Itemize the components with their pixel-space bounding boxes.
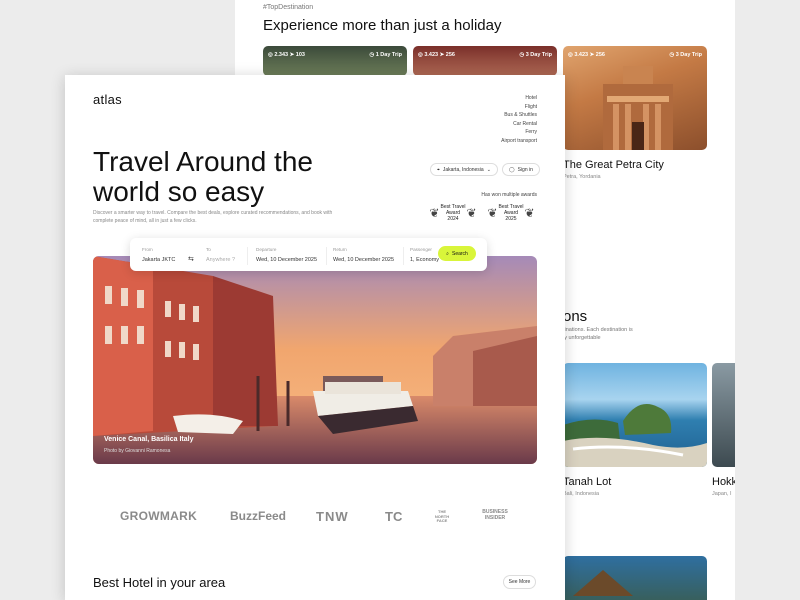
- brand-logo-tnw: TNW: [316, 509, 349, 524]
- section-tag: #TopDestination: [263, 4, 314, 11]
- passenger-select[interactable]: 1, Economy: [410, 257, 439, 263]
- destination-name: Tanah Lot: [563, 476, 612, 488]
- destination-card[interactable]: ◎ 3.423 ➤ 256 ◷ 3 Day Trip: [413, 46, 557, 76]
- tanah-lot-illustration: [563, 404, 707, 467]
- logo[interactable]: atlas: [93, 92, 122, 107]
- destination-card-tanah-lot[interactable]: [563, 363, 707, 467]
- section-desc-line: ly unforgettable: [563, 335, 601, 341]
- laurel-icon: ❦: [524, 206, 535, 220]
- destination-card-hokkaido[interactable]: [712, 363, 735, 467]
- chevron-down-icon: ⌄: [486, 166, 491, 173]
- search-button[interactable]: ⌕ Search: [438, 246, 476, 261]
- hero-photo: Venice Canal, Basilica Italy Photo by Gi…: [93, 256, 537, 464]
- brand-logo-tc: TC: [385, 509, 403, 524]
- destination-location: Japan, I: [712, 491, 732, 497]
- front-page: atlas Hotel Flight Bus & Shuttles Car Re…: [65, 75, 565, 600]
- user-icon: ◯: [509, 166, 515, 173]
- search-bar: From Jakarta JKTC ⇆ To Anywhere ? Depart…: [130, 238, 487, 271]
- divider: [247, 247, 248, 265]
- destination-location: Bali, Indonesia: [563, 491, 600, 497]
- award-badge: ❦ Best Travel Award 2024 ❦: [429, 204, 477, 222]
- brand-logo-north-face: THE NORTH FACE: [434, 509, 450, 523]
- search-icon: ⌕: [446, 250, 449, 257]
- destination-card-petra[interactable]: ◎ 3.423 ➤ 256 ◷ 3 Day Trip: [563, 46, 707, 150]
- to-input[interactable]: Anywhere ?: [206, 257, 235, 263]
- photo-credit: Photo by Giovanni Ramonesa: [104, 448, 171, 454]
- laurel-icon: ❦: [429, 206, 440, 220]
- trip-badge: ◷ 1 Day Trip: [369, 52, 402, 58]
- laurel-icon: ❦: [466, 206, 477, 220]
- brand-logo-business-insider: BUSINESS INSIDER: [482, 509, 508, 521]
- divider: [403, 247, 404, 265]
- card-stats: ◎ 3.423 ➤ 256: [418, 52, 455, 58]
- hero-intro: Discover a smarter way to travel. Compar…: [93, 210, 333, 224]
- section-heading: Experience more than just a holiday: [263, 17, 502, 34]
- award-badge: ❦ Best Travel Award 2025 ❦: [487, 204, 535, 222]
- sign-in-button[interactable]: ◯ Sign in: [502, 163, 540, 176]
- from-label: From: [142, 247, 153, 252]
- hotel-section-heading: Best Hotel in your area: [93, 575, 226, 590]
- photo-caption: Venice Canal, Basilica Italy: [104, 436, 194, 443]
- passenger-label: Passenger: [410, 247, 432, 252]
- see-more-button[interactable]: See More: [503, 575, 536, 589]
- departure-input[interactable]: Wed, 10 December 2025: [256, 257, 317, 263]
- card-stats: ◎ 2.343 ➤ 103: [268, 52, 305, 58]
- pin-icon: ⌖: [437, 166, 440, 173]
- hero-title: Travel Around the world so easy: [93, 146, 313, 207]
- from-input[interactable]: Jakarta JKTC: [142, 257, 175, 263]
- destination-location: Petra, Yordania: [563, 174, 601, 180]
- awards-title: Has won multiple awards: [481, 192, 537, 198]
- brand-logo-growmark: GROWMARK: [120, 509, 198, 523]
- location-selector[interactable]: ⌖ Jakarta, Indonesia ⌄: [430, 163, 498, 176]
- hotel-card[interactable]: [563, 556, 707, 600]
- nav-item-hotel[interactable]: Hotel: [501, 94, 537, 103]
- section-desc-line: tinations. Each destination is: [563, 327, 633, 333]
- nav-item-airport-transport[interactable]: Airport transport: [501, 137, 537, 146]
- search-button-label: Search: [451, 250, 468, 257]
- hut-illustration: [573, 570, 633, 596]
- destination-name: The Great Petra City: [563, 159, 664, 171]
- brand-logo-buzzfeed: BuzzFeed: [230, 509, 287, 523]
- divider: [326, 247, 327, 265]
- laurel-icon: ❦: [487, 206, 498, 220]
- departure-label: Departure: [256, 247, 277, 252]
- nav-item-flight[interactable]: Flight: [501, 103, 537, 112]
- nav-item-car-rental[interactable]: Car Rental: [501, 120, 537, 129]
- location-label: Jakarta, Indonesia: [442, 166, 484, 173]
- sign-in-label: Sign in: [517, 166, 533, 173]
- trip-badge: ◷ 3 Day Trip: [669, 52, 702, 58]
- to-label: To: [206, 247, 211, 252]
- destination-name: Hokk: [712, 476, 735, 488]
- section-heading-partial: ons: [563, 308, 588, 325]
- destination-card[interactable]: ◎ 2.343 ➤ 103 ◷ 1 Day Trip: [263, 46, 407, 76]
- main-nav: Hotel Flight Bus & Shuttles Car Rental F…: [501, 94, 537, 146]
- return-input[interactable]: Wed, 10 December 2025: [333, 257, 394, 263]
- nav-item-ferry[interactable]: Ferry: [501, 128, 537, 137]
- swap-icon[interactable]: ⇆: [188, 255, 194, 263]
- venice-canal-illustration: [93, 256, 537, 464]
- nav-item-bus[interactable]: Bus & Shuttles: [501, 111, 537, 120]
- card-stats: ◎ 3.423 ➤ 256: [568, 52, 605, 58]
- trip-badge: ◷ 3 Day Trip: [519, 52, 552, 58]
- return-label: Return: [333, 247, 347, 252]
